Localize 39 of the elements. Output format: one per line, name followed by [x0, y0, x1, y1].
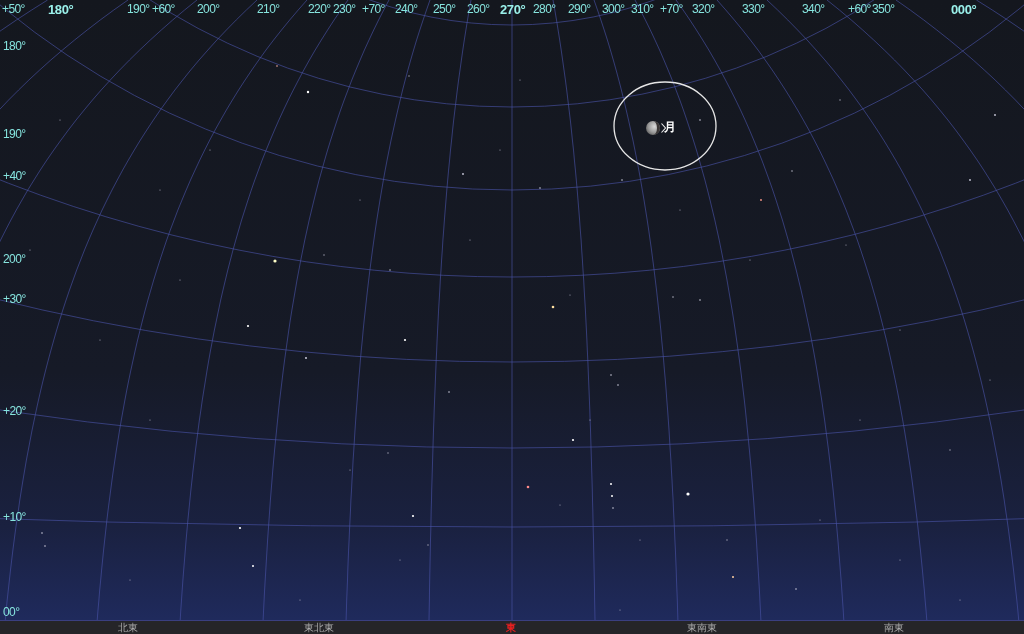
coordinate-label: 320°	[692, 3, 715, 16]
direction-label: 北東	[117, 621, 138, 634]
coordinate-label: 350°	[872, 3, 895, 16]
coordinate-label: +10°	[3, 511, 26, 524]
coordinate-label: 200°	[197, 3, 220, 16]
coordinate-label: 200°	[3, 253, 26, 266]
coordinate-label: 280°	[533, 3, 556, 16]
coordinate-label: +50°	[2, 3, 25, 16]
coordinate-label: 340°	[802, 3, 825, 16]
direction-label: 東南東	[687, 621, 718, 634]
coordinate-label: +60°	[848, 3, 871, 16]
moon-label: 月	[664, 120, 676, 134]
direction-label: 東	[505, 621, 516, 634]
coordinate-label: +40°	[3, 170, 26, 183]
coordinate-label: 330°	[742, 3, 765, 16]
coordinate-label: 300°	[602, 3, 625, 16]
coordinate-label: 260°	[467, 3, 490, 16]
coordinate-label: 190°	[3, 128, 26, 141]
coordinate-label: 190°	[127, 3, 150, 16]
coordinate-label: 270°	[500, 3, 526, 16]
coordinate-label: 250°	[433, 3, 456, 16]
moon-icon	[646, 121, 660, 135]
coordinate-label: 00°	[3, 606, 20, 619]
coordinate-label: 180°	[3, 40, 26, 53]
coordinate-label: +30°	[3, 293, 26, 306]
coordinate-label: +60°	[152, 3, 175, 16]
coordinate-label: +70°	[660, 3, 683, 16]
direction-label: 南東	[883, 621, 904, 634]
coordinate-label: 240°	[395, 3, 418, 16]
coordinate-label: +20°	[3, 405, 26, 418]
direction-label: 東北東	[304, 621, 335, 634]
coordinate-label: 310°	[631, 3, 654, 16]
coordinate-label: 290°	[568, 3, 591, 16]
coordinate-label: 230°	[333, 3, 356, 16]
coordinate-label: 000°	[951, 3, 977, 16]
coordinate-label: 180°	[48, 3, 74, 16]
coordinate-label: +70°	[362, 3, 385, 16]
coordinate-label: 210°	[257, 3, 280, 16]
coordinate-label: 220°	[308, 3, 331, 16]
